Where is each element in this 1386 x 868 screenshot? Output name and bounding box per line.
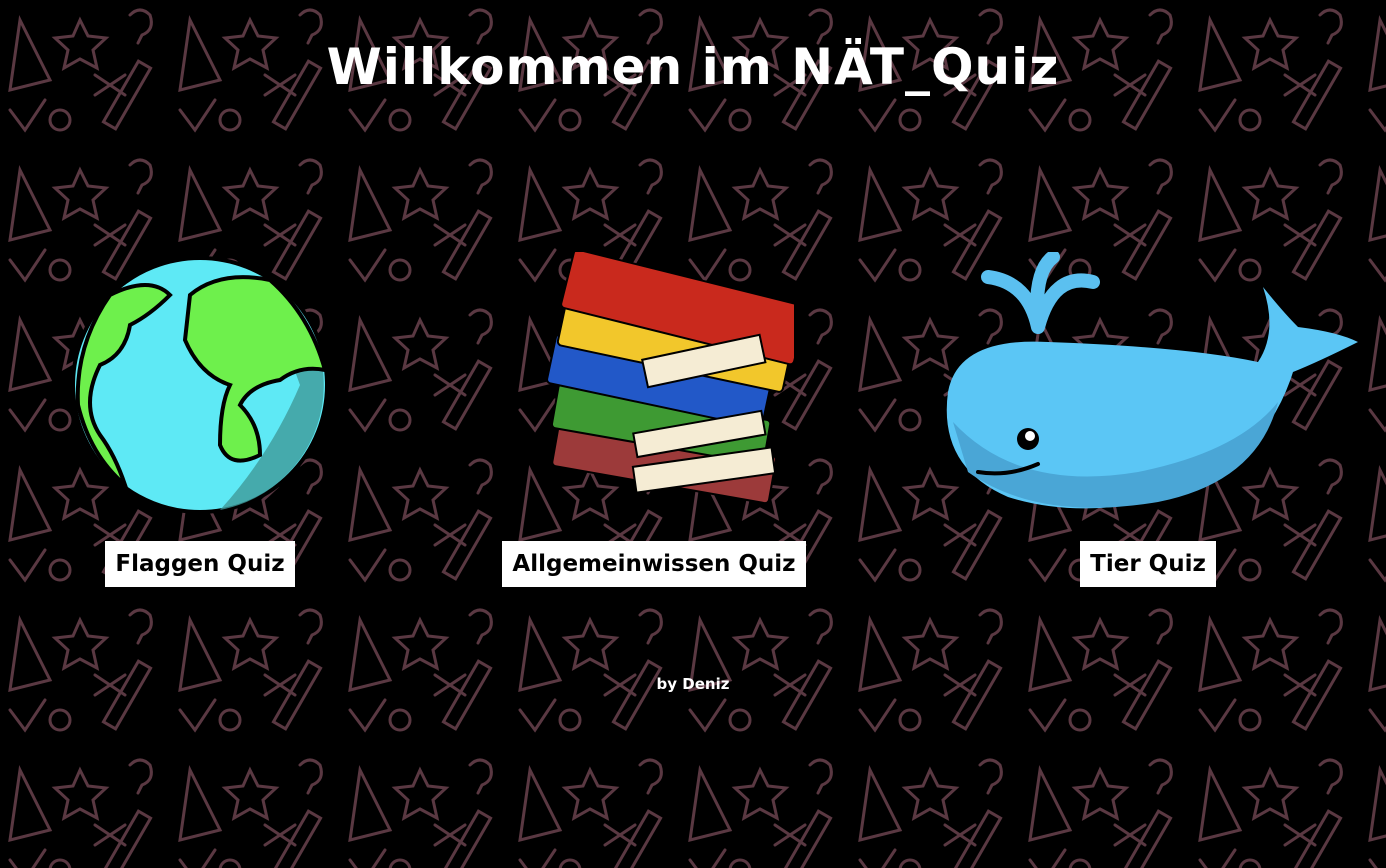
whale-icon[interactable]	[938, 252, 1358, 517]
quiz-card-allgemeinwissen: Allgemeinwissen Quiz	[484, 252, 824, 587]
quiz-card-flaggen: Flaggen Quiz	[70, 255, 330, 587]
allgemeinwissen-quiz-button[interactable]: Allgemeinwissen Quiz	[502, 541, 806, 587]
author-credit: by Deniz	[656, 675, 730, 693]
tier-quiz-button[interactable]: Tier Quiz	[1080, 541, 1216, 587]
books-icon[interactable]	[514, 252, 794, 517]
flaggen-quiz-button[interactable]: Flaggen Quiz	[105, 541, 295, 587]
globe-icon[interactable]	[70, 255, 330, 515]
quiz-card-tier: Tier Quiz	[938, 252, 1358, 587]
page-title: Willkommen im NÄT_Quiz	[326, 38, 1060, 96]
